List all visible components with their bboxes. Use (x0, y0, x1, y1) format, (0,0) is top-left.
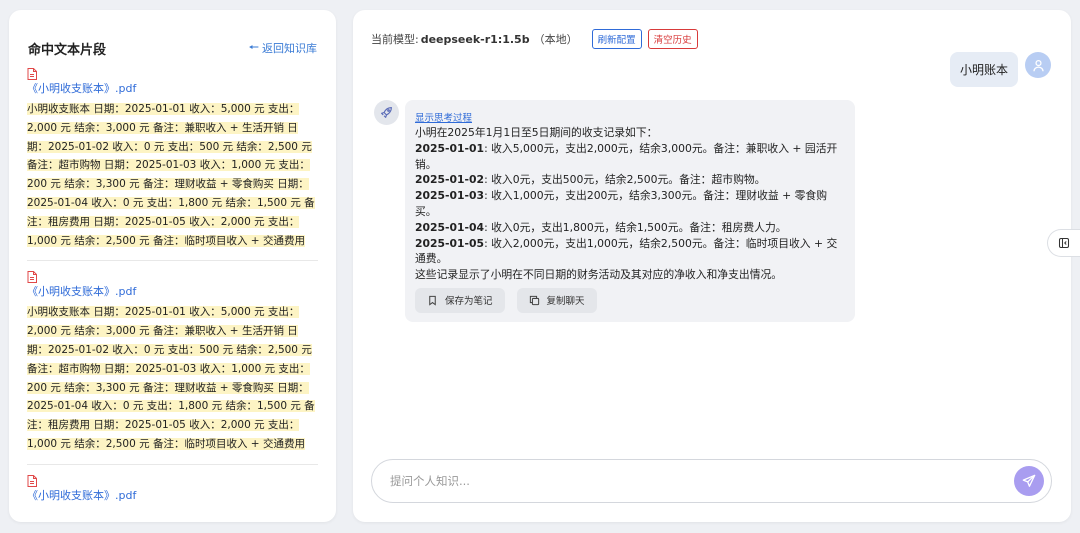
snippet-line: 1,000 元 结余：2,500 元 备注：临时项目收入 + 交通费用 (27, 234, 305, 247)
entry-text: : 收入0元，支出500元，结余2,500元。备注：超市购物。 (484, 173, 766, 187)
refresh-config-button[interactable]: 刷新配置 (591, 29, 642, 49)
snippet-line: 注：租房费用 日期：2025-01-05 收入：2,000 元 支出： (27, 419, 300, 432)
arrow-left-icon: 🠔 (248, 39, 259, 54)
question-input[interactable] (390, 474, 1014, 488)
pdf-file-icon (27, 271, 37, 284)
snippet-line: 备注：超市购物 日期：2025-01-03 收入：1,000 元 支出： (27, 362, 310, 375)
entry-date: 2025-01-05 (415, 236, 485, 250)
save-note-label: 保存为笔记 (445, 296, 493, 308)
entry-text: : 收入0元，支出1,800元，结余1,500元。备注：租房费人力。 (484, 220, 787, 234)
entry-date: 2025-01-01 (415, 141, 485, 155)
answer-intro: 小明在2025年1月1日至5日期间的收支记录如下： (415, 126, 658, 139)
snippet-line: 小明收支账本 日期：2025-01-01 收入：5,000 元 支出： (27, 306, 300, 319)
clear-history-button[interactable]: 清空历史 (647, 29, 698, 49)
hit-list: 《小明收支账本》.pdf 小明收支账本 日期：2025-01-01 收入：5,00… (27, 68, 318, 522)
pdf-file-icon (27, 474, 37, 487)
message-actions: 保存为笔记 复制聊天 (415, 287, 845, 313)
chat-toolbar: 当前模型: deepseek-r1:1.5b （本地） 刷新配置 清空历史 (371, 29, 698, 49)
back-to-knowledge-base-link[interactable]: 🠔 返回知识库 (248, 38, 317, 59)
sidebar-toggle-icon (1058, 237, 1070, 249)
snippet-line: 2,000 元 结余：3,000 元 备注：兼职收入 + 生活开销 日 (27, 121, 298, 134)
rocket-icon (381, 107, 392, 118)
user-message-row: 小明账本 (949, 52, 1051, 87)
hit-item: 《小明收支账本》.pdf 小明收支账本 日期：2025-01-01 收入：5,00… (27, 271, 318, 465)
show-thinking-toggle[interactable]: 显示思考过程 (415, 113, 845, 125)
model-label: 当前模型: (371, 33, 419, 46)
answer-entry: 2025-01-03: 收入1,000元，支出200元，结余3,300元。备注：… (415, 188, 845, 220)
entry-date: 2025-01-03 (415, 189, 485, 203)
hit-item: 《小明收支账本》.pdf 小明收支账本 日期：2025-01-01 收入：5,00… (27, 68, 318, 262)
hit-snippets-header: 命中文本片段 🠔 返回知识库 (28, 38, 317, 58)
snippet-line: 200 元 结余：3,300 元 备注：理财收益 + 零食购买 日期： (27, 178, 309, 191)
copy-chat-label: 复制聊天 (546, 296, 585, 308)
copy-icon (529, 295, 539, 306)
snippet-line: 200 元 结余：3,300 元 备注：理财收益 + 零食购买 日期： (27, 381, 309, 394)
copy-chat-button[interactable]: 复制聊天 (516, 287, 597, 313)
hit-snippets-panel: 命中文本片段 🠔 返回知识库 《小明收支账本》.pdf 小明收支账本 日期：202… (9, 10, 336, 522)
model-location: （本地） (533, 33, 578, 46)
chat-panel: 当前模型: deepseek-r1:1.5b （本地） 刷新配置 清空历史 小明… (353, 10, 1071, 522)
snippet-line: 注：租房费用 日期：2025-01-05 收入：2,000 元 支出： (27, 215, 300, 228)
bookmark-icon (429, 295, 436, 306)
user-avatar (1025, 52, 1051, 78)
answer-entry: 2025-01-04: 收入0元，支出1,800元，结余1,500元。备注：租房… (415, 220, 845, 236)
snippet-line: 2,000 元 结余：3,000 元 备注：兼职收入 + 生活开销 日 (27, 325, 298, 338)
hit-item: 《小明收支账本》.pdf (27, 474, 318, 517)
question-input-bar (371, 459, 1052, 503)
assistant-avatar (374, 100, 399, 125)
snippet-line: 期：2025-01-02 收入：0 元 支出：500 元 结余：2,500 元 (27, 343, 312, 356)
hit-snippet: 小明收支账本 日期：2025-01-01 收入：5,000 元 支出： 2,000… (27, 303, 318, 453)
back-link-label: 返回知识库 (262, 42, 317, 55)
entry-date: 2025-01-04 (415, 220, 485, 234)
source-document-link[interactable]: 《小明收支账本》.pdf (27, 285, 318, 299)
hit-snippet: 小明收支账本 日期：2025-01-01 收入：5,000 元 支出： 2,000… (27, 100, 318, 250)
answer-entry: 2025-01-01: 收入5,000元，支出2,000元，结余3,000元。备… (415, 141, 845, 173)
assistant-message: 显示思考过程 小明在2025年1月1日至5日期间的收支记录如下： 2025-01… (405, 100, 855, 322)
snippet-line: 2025-01-04 收入：0 元 支出：1,800 元 结余：1,500 元 … (27, 196, 315, 209)
model-name: deepseek-r1:1.5b (420, 32, 530, 46)
assistant-message-row: 显示思考过程 小明在2025年1月1日至5日期间的收支记录如下： 2025-01… (374, 100, 855, 322)
answer-entries: 2025-01-01: 收入5,000元，支出2,000元，结余3,000元。备… (415, 141, 845, 267)
snippet-line: 1,000 元 结余：2,500 元 备注：临时项目收入 + 交通费用 (27, 437, 305, 450)
snippet-line: 期：2025-01-02 收入：0 元 支出：500 元 结余：2,500 元 (27, 140, 312, 153)
sidebar-toggle-button[interactable] (1047, 229, 1080, 257)
send-button[interactable] (1014, 466, 1044, 496)
entry-date: 2025-01-02 (415, 173, 485, 187)
answer-entry: 2025-01-02: 收入0元，支出500元，结余2,500元。备注：超市购物… (415, 172, 845, 188)
snippet-line: 2025-01-04 收入：0 元 支出：1,800 元 结余：1,500 元 … (27, 400, 315, 413)
panel-title: 命中文本片段 (28, 42, 107, 58)
user-message: 小明账本 (949, 52, 1018, 87)
assistant-answer: 小明在2025年1月1日至5日期间的收支记录如下： 2025-01-01: 收入… (415, 125, 845, 283)
user-icon (1032, 59, 1044, 71)
answer-entry: 2025-01-05: 收入2,000元，支出1,000元，结余2,500元。备… (415, 236, 845, 268)
snippet-line: 备注：超市购物 日期：2025-01-03 收入：1,000 元 支出： (27, 159, 310, 172)
source-document-link[interactable]: 《小明收支账本》.pdf (27, 489, 318, 503)
save-as-note-button[interactable]: 保存为笔记 (415, 287, 505, 313)
pdf-file-icon (27, 68, 37, 80)
snippet-line: 小明收支账本 日期：2025-01-01 收入：5,000 元 支出： (27, 103, 300, 115)
answer-outro: 这些记录显示了小明在不同日期的财务活动及其对应的净收入和净支出情况。 (415, 268, 783, 282)
send-icon (1022, 474, 1036, 487)
source-document-link[interactable]: 《小明收支账本》.pdf (27, 82, 318, 96)
